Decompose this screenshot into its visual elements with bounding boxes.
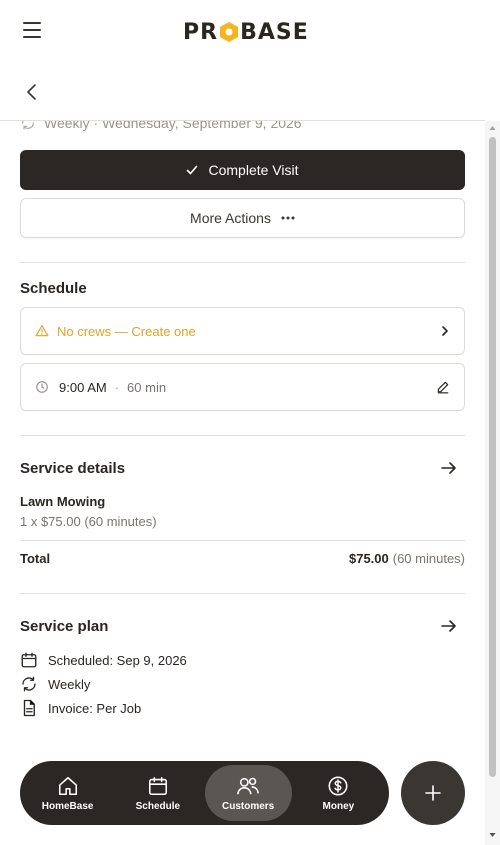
crew-warning-row[interactable]: No crews — Create one xyxy=(20,307,465,355)
page-navbar xyxy=(0,64,485,121)
probase-logo: PR BASE xyxy=(183,18,309,46)
nav-label-schedule: Schedule xyxy=(135,800,181,812)
repeat-icon xyxy=(22,121,34,130)
service-item-detail: 1 x $75.00 (60 minutes) xyxy=(20,514,157,529)
document-icon xyxy=(23,699,35,717)
plan-frequency-text: Weekly xyxy=(48,676,91,692)
total-amount: $75.00 xyxy=(348,551,389,566)
recurrence-text: Weekly · Wednesday, September 9, 2026 xyxy=(44,121,302,131)
dollar-icon xyxy=(328,776,348,795)
more-actions-label: More Actions xyxy=(190,210,271,226)
edit-pencil-icon[interactable] xyxy=(436,380,450,394)
logo-text-right: BASE xyxy=(240,19,309,45)
check-icon xyxy=(187,165,198,175)
schedule-title: Schedule xyxy=(20,280,87,297)
users-icon xyxy=(237,777,259,794)
chevron-right-icon xyxy=(440,325,450,337)
total-duration: (60 minutes) xyxy=(392,551,465,566)
calendar-icon xyxy=(21,652,37,668)
app-header: PR BASE xyxy=(0,0,485,64)
scroll-up-arrow-icon[interactable] xyxy=(489,125,496,131)
complete-visit-button[interactable]: Complete Visit xyxy=(20,150,465,190)
nav-item-schedule[interactable]: Schedule xyxy=(114,765,201,821)
calendar-icon xyxy=(148,776,167,795)
scroll-down-arrow-icon[interactable] xyxy=(489,832,496,838)
plan-invoice-text: Invoice: Per Job xyxy=(48,700,142,716)
service-details-arrow-icon[interactable] xyxy=(439,458,459,478)
visit-detail-content: Weekly · Wednesday, September 9, 2026 Co… xyxy=(0,121,485,845)
time-separator: · xyxy=(114,379,120,395)
more-actions-button[interactable]: More Actions xyxy=(20,198,465,238)
complete-visit-label: Complete Visit xyxy=(208,162,299,178)
visit-time-row[interactable]: 9:00 AM · 60 min xyxy=(20,363,465,411)
add-fab-button[interactable] xyxy=(401,761,465,825)
plan-scheduled-row: Scheduled: Sep 9, 2026 xyxy=(20,651,187,669)
plan-frequency-row: Weekly xyxy=(20,675,90,693)
plus-icon xyxy=(425,785,441,801)
divider xyxy=(20,540,465,541)
total-value: $75.00 (60 minutes) xyxy=(349,551,465,566)
nav-label-customers: Customers xyxy=(222,800,275,812)
plan-invoice-row: Invoice: Per Job xyxy=(20,699,141,717)
nav-item-money[interactable]: Money xyxy=(295,765,382,821)
plan-scheduled-text: Scheduled: Sep 9, 2026 xyxy=(48,652,187,668)
nav-item-customers[interactable]: Customers xyxy=(204,765,292,821)
back-chevron-icon[interactable] xyxy=(22,82,42,102)
visit-duration: 60 min xyxy=(127,379,167,395)
repeat-icon xyxy=(22,676,36,692)
visit-time: 9:00 AM xyxy=(59,379,107,395)
divider xyxy=(20,435,465,436)
warning-triangle-icon xyxy=(35,325,49,337)
scrollbar-thumb[interactable] xyxy=(489,137,496,777)
bottom-navigation: HomeBase Schedule Customers Money xyxy=(20,761,389,825)
more-dots-icon xyxy=(281,216,295,220)
service-plan-title: Service plan xyxy=(20,618,109,635)
service-item-name: Lawn Mowing xyxy=(20,494,106,509)
logo-hexagon-icon xyxy=(219,21,239,43)
nav-item-homebase[interactable]: HomeBase xyxy=(24,765,111,821)
divider xyxy=(20,593,465,594)
recurrence-line: Weekly · Wednesday, September 9, 2026 xyxy=(20,121,302,131)
service-details-title: Service details xyxy=(20,460,126,477)
hamburger-menu-icon[interactable] xyxy=(20,22,44,42)
home-icon xyxy=(58,776,77,795)
service-plan-arrow-icon[interactable] xyxy=(439,616,459,636)
total-label: Total xyxy=(20,551,51,566)
divider xyxy=(20,262,465,263)
logo-text-left: PR xyxy=(183,19,219,45)
clock-icon xyxy=(36,381,48,393)
nav-label-money: Money xyxy=(322,800,355,812)
crew-warning-text: No crews — Create one xyxy=(57,323,196,339)
nav-label-homebase: HomeBase xyxy=(41,800,94,812)
